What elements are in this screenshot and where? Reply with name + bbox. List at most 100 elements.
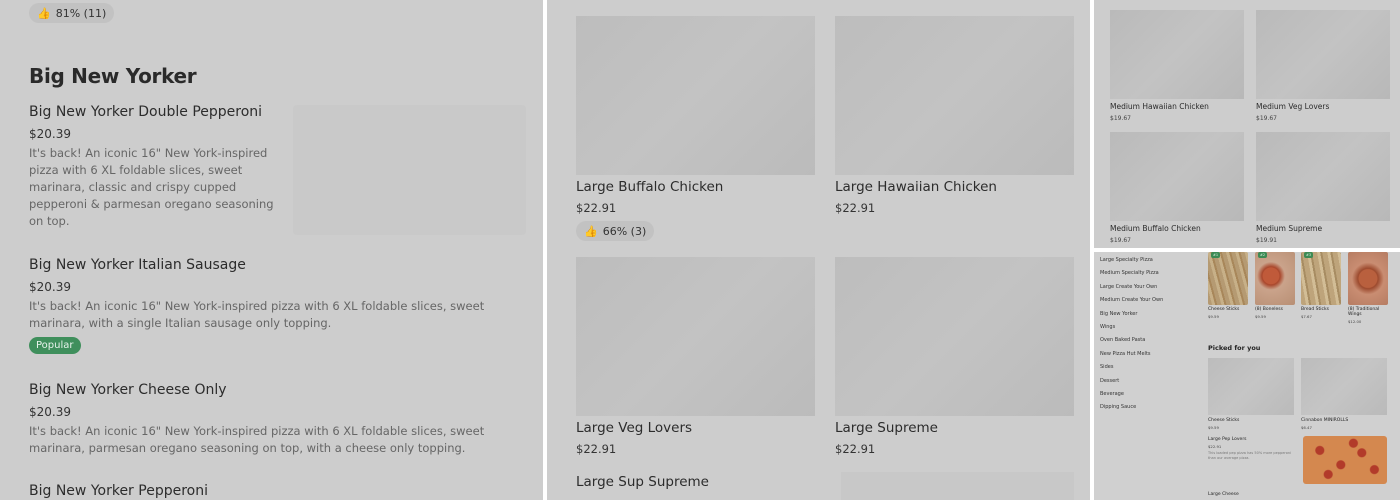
product-price: $19.91 (1256, 237, 1277, 244)
menu-item[interactable]: Big New Yorker Pepperoni (29, 483, 509, 499)
item-price: $22.91 (1208, 444, 1222, 449)
product-price: $9.59 (1208, 314, 1219, 319)
item-name: Big New Yorker Pepperoni (29, 483, 208, 499)
nav-item-medium-create[interactable]: Medium Create Your Own (1100, 296, 1163, 309)
menu-panel-large-pizzas: Large Buffalo Chicken $22.91 👍 66% (3) L… (547, 0, 1090, 500)
product-image (835, 16, 1074, 175)
product-card[interactable]: Large Buffalo Chicken $22.91 👍 66% (3) (576, 16, 815, 241)
item-description: It's back! An iconic 16" New York-inspir… (29, 299, 485, 330)
product-image: #1 (1208, 252, 1248, 305)
product-image[interactable] (841, 472, 1074, 500)
product-price: $9.59 (1208, 425, 1219, 430)
product-card[interactable]: Large Supreme $22.91 (835, 257, 1074, 456)
product-name: (8) Boneless (1255, 307, 1283, 312)
product-image: #2 (1255, 252, 1295, 305)
section-title: Big New Yorker (29, 64, 197, 88)
product-image (1110, 132, 1244, 221)
product-card[interactable]: Medium Buffalo Chicken $19.67 (1110, 132, 1244, 244)
product-price: $22.91 (835, 442, 876, 456)
menu-panel-medium-pizzas: Medium Hawaiian Chicken $19.67 Medium Ve… (1094, 0, 1400, 248)
nav-item-wings[interactable]: Wings (1100, 323, 1163, 336)
item-description: This loaded pep pizza has 50% more peppe… (1208, 451, 1292, 460)
featured-item[interactable]: #1 Cheese Sticks $9.59 (1208, 252, 1248, 319)
picked-item[interactable]: Cinnabon MINIROLLS $6.47 (1301, 358, 1387, 430)
product-name: Large Supreme (835, 420, 938, 436)
item-name[interactable]: Large Cheese (1208, 492, 1239, 497)
item-name: Big New Yorker Double Pepperoni (29, 104, 263, 120)
nav-item-large-specialty[interactable]: Large Specialty Pizza (1100, 256, 1163, 269)
menu-panel-overview: Large Specialty Pizza Medium Specialty P… (1094, 252, 1400, 500)
product-image (1110, 10, 1244, 99)
item-image[interactable] (293, 105, 526, 235)
item-name: Big New Yorker Italian Sausage (29, 257, 246, 273)
product-image (835, 257, 1074, 416)
product-name: Medium Hawaiian Chicken (1110, 102, 1209, 111)
product-card[interactable]: Large Veg Lovers $22.91 (576, 257, 815, 456)
product-name: Cinnabon MINIROLLS (1301, 418, 1349, 423)
rating-text: 66% (3) (602, 224, 647, 238)
nav-item-pasta[interactable]: Oven Baked Pasta (1100, 336, 1163, 349)
rating-text: 81% (11) (55, 6, 107, 20)
item-description: It's back! An iconic 16" New York-inspir… (29, 146, 274, 228)
product-name: Cheese Sticks (1208, 418, 1240, 423)
item-price: $20.39 (29, 405, 71, 419)
picked-item[interactable]: Cheese Sticks $9.59 (1208, 358, 1294, 430)
product-name: Medium Supreme (1256, 224, 1323, 233)
menu-item[interactable]: Big New Yorker Italian Sausage $20.39 It… (29, 257, 509, 354)
product-image (1301, 358, 1387, 415)
product-image (1348, 252, 1388, 305)
category-nav: Large Specialty Pizza Medium Specialty P… (1100, 256, 1163, 417)
product-name: (8) Traditional Wings (1348, 307, 1380, 317)
product-name[interactable]: Large Sup Supreme (576, 474, 815, 490)
product-price: $22.91 (576, 442, 617, 456)
product-card[interactable]: Large Hawaiian Chicken $22.91 (835, 16, 1074, 215)
product-price: $19.67 (1256, 115, 1277, 122)
product-image (576, 257, 815, 416)
featured-item[interactable]: (8) Traditional Wings $12.00 (1348, 252, 1388, 324)
nav-item-melts[interactable]: New Pizza Hut Melts (1100, 350, 1163, 363)
rank-tag: #3 (1304, 252, 1314, 258)
nav-item-dipping-sauce[interactable]: Dipping Sauce (1100, 403, 1163, 416)
nav-item-large-create[interactable]: Large Create Your Own (1100, 283, 1163, 296)
menu-panel-big-new-yorker: 👍 81% (11) Big New Yorker Big New Yorker… (0, 0, 543, 500)
nav-item-beverage[interactable]: Beverage (1100, 390, 1163, 403)
rating-pill: 👍 66% (3) (576, 221, 655, 241)
product-image (1256, 132, 1390, 221)
product-price: $12.00 (1348, 319, 1362, 324)
rank-tag: #1 (1211, 252, 1221, 258)
product-price: $22.91 (576, 201, 617, 215)
picked-for-you-title: Picked for you (1208, 344, 1261, 352)
product-image (1208, 358, 1294, 415)
item-name: Large Pep Lovers (1208, 437, 1247, 442)
product-name: Medium Buffalo Chicken (1110, 224, 1201, 233)
thumbs-up-icon: 👍 (37, 6, 51, 20)
product-name: Cheese Sticks (1208, 307, 1240, 312)
menu-item[interactable]: Big New Yorker Double Pepperoni $20.39 I… (29, 104, 284, 230)
product-card[interactable]: Medium Supreme $19.91 (1256, 132, 1390, 244)
nav-item-big-new-yorker[interactable]: Big New Yorker (1100, 310, 1163, 323)
rating-pill: 👍 81% (11) (29, 3, 115, 23)
rank-tag: #2 (1258, 252, 1268, 258)
product-image (1256, 10, 1390, 99)
item-price: $20.39 (29, 280, 71, 294)
nav-item-dessert[interactable]: Dessert (1100, 377, 1163, 390)
pizza-image[interactable] (1303, 436, 1387, 484)
product-name: Large Buffalo Chicken (576, 179, 724, 195)
product-name: Large Hawaiian Chicken (835, 179, 997, 195)
product-price: $22.91 (835, 201, 876, 215)
menu-item[interactable]: Big New Yorker Cheese Only $20.39 It's b… (29, 382, 509, 457)
item-name: Big New Yorker Cheese Only (29, 382, 227, 398)
featured-item[interactable]: #2 (8) Boneless $9.59 (1255, 252, 1295, 319)
product-card[interactable]: Medium Veg Lovers $19.67 (1256, 10, 1390, 122)
product-price: $9.59 (1255, 314, 1266, 319)
item-description: It's back! An iconic 16" New York-inspir… (29, 424, 485, 455)
menu-item[interactable]: Large Pep Lovers $22.91 This loaded pep … (1208, 437, 1300, 460)
nav-item-sides[interactable]: Sides (1100, 363, 1163, 376)
product-image: #3 (1301, 252, 1341, 305)
product-card[interactable]: Medium Hawaiian Chicken $19.67 (1110, 10, 1244, 122)
product-name: Medium Veg Lovers (1256, 102, 1330, 111)
featured-item[interactable]: #3 Bread Sticks $7.67 (1301, 252, 1341, 319)
nav-item-medium-specialty[interactable]: Medium Specialty Pizza (1100, 269, 1163, 282)
product-price: $6.47 (1301, 425, 1312, 430)
product-price: $7.67 (1301, 314, 1312, 319)
